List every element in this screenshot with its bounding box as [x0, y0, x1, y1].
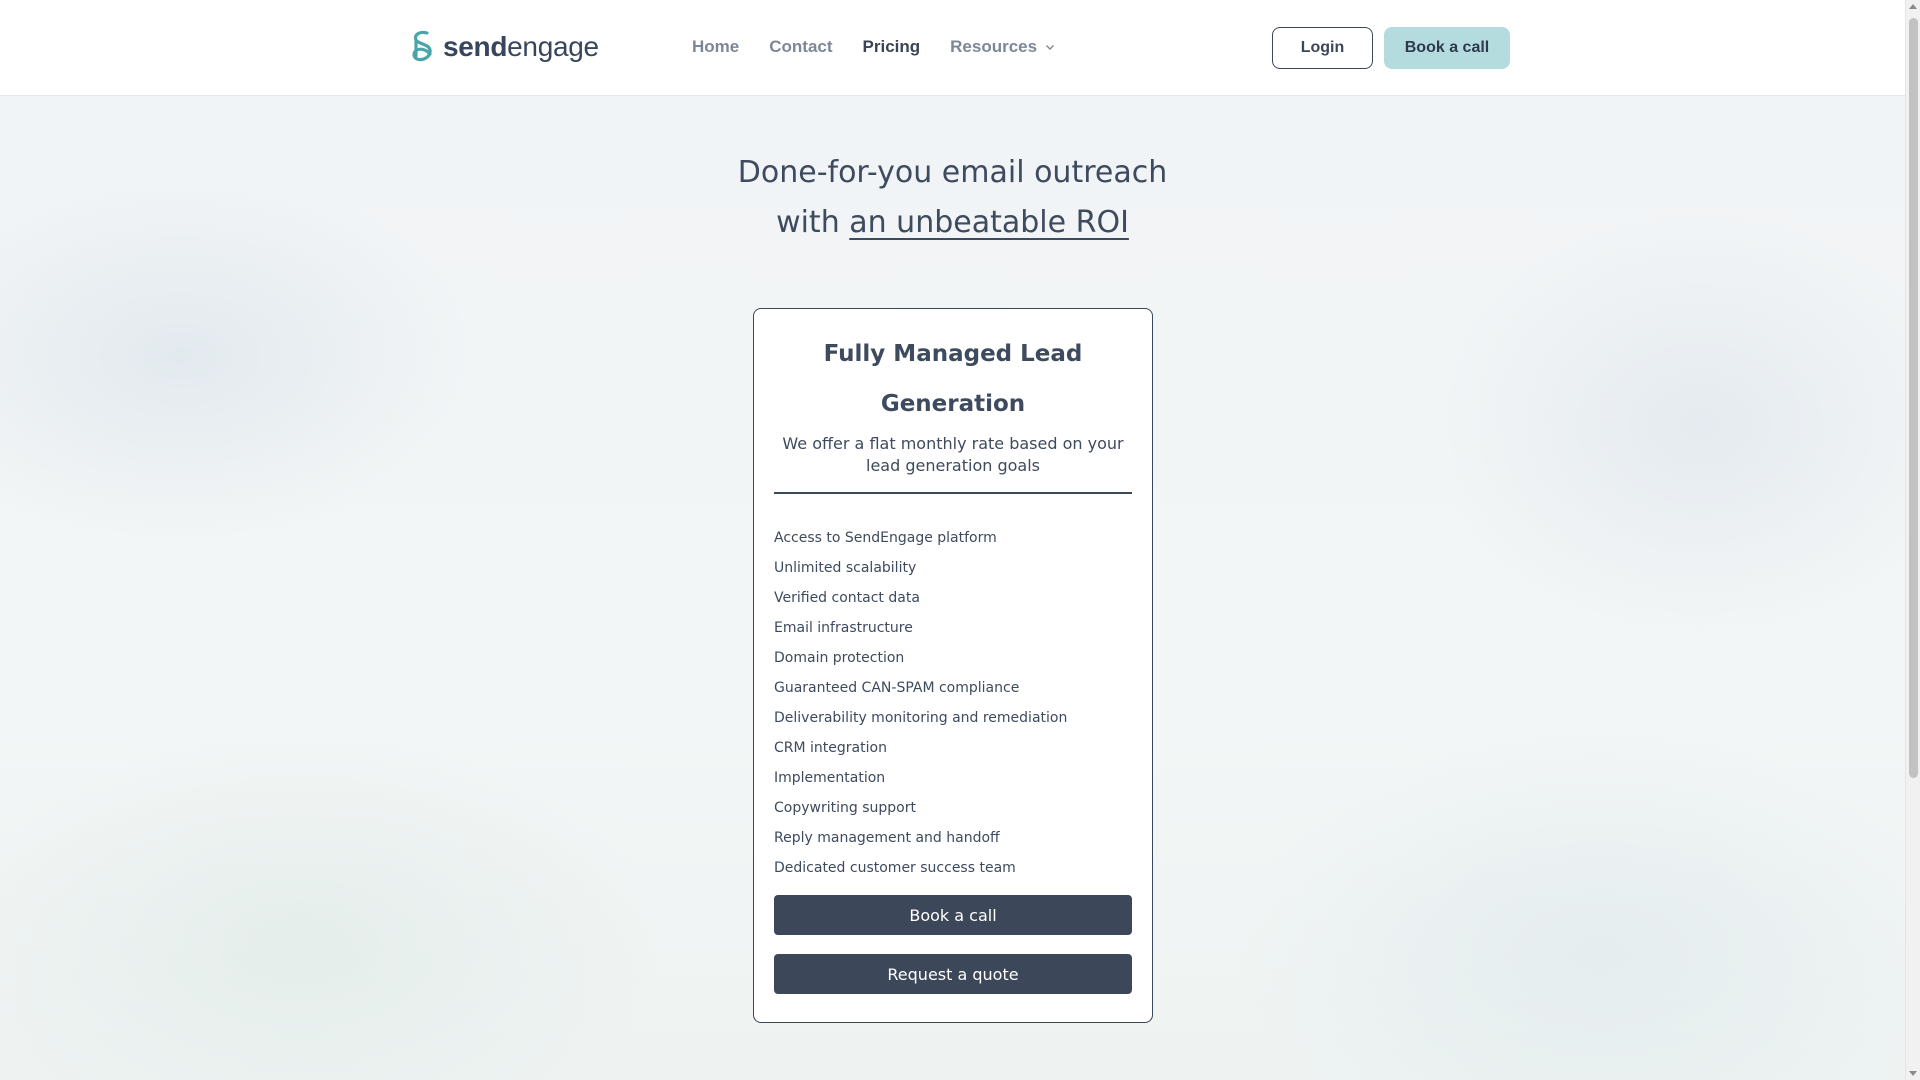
feature-item: Unlimited scalability [774, 560, 917, 576]
nav-resources[interactable]: Resources [950, 37, 1055, 57]
headline-roi-link[interactable]: an unbeatable ROI [849, 205, 1129, 240]
feature-item: Copywriting support [774, 800, 916, 816]
logo[interactable]: sendengage [411, 30, 599, 64]
feature-item: Verified contact data [774, 590, 920, 606]
nav-contact[interactable]: Contact [769, 37, 832, 57]
request-quote-button[interactable]: Request a quote [774, 954, 1132, 994]
scroll-down-arrow-icon[interactable] [1909, 1071, 1917, 1076]
headline-line-1: Done-for-you email outreach [737, 155, 1168, 190]
feature-item: Dedicated customer success team [774, 860, 1016, 876]
feature-item: Access to SendEngage platform [774, 530, 997, 546]
card-divider [774, 492, 1132, 494]
feature-item: Deliverability monitoring and remediatio… [774, 710, 1068, 726]
card-subtitle: We offer a flat monthly rate based on yo… [782, 434, 1124, 475]
logo-wordmark: sendengage [443, 31, 599, 62]
chevron-down-icon [1046, 45, 1055, 50]
feature-item: Email infrastructure [774, 620, 913, 636]
sendengage-logo-icon [412, 30, 432, 62]
nav-home[interactable]: Home [692, 37, 739, 57]
card-book-call-button[interactable]: Book a call [774, 895, 1132, 935]
feature-item: Domain protection [774, 650, 905, 666]
feature-item: Implementation [774, 770, 886, 786]
scroll-up-arrow-icon[interactable] [1909, 4, 1917, 9]
feature-item: Guaranteed CAN-SPAM compliance [774, 680, 1020, 696]
card-title: Fully Managed Lead Generation [823, 341, 1083, 417]
feature-item: Reply management and handoff [774, 830, 1000, 846]
headline-line-2: with an unbeatable ROI [776, 205, 1129, 240]
feature-list: Access to SendEngage platform Unlimited … [774, 523, 1132, 883]
page-headline: Done-for-you email outreach with an unbe… [0, 148, 1905, 248]
page-scrollbar[interactable] [1905, 0, 1920, 1080]
nav-pricing[interactable]: Pricing [863, 37, 921, 57]
scrollbar-thumb[interactable] [1909, 18, 1918, 778]
header-book-call-button[interactable]: Book a call [1384, 27, 1510, 69]
login-button[interactable]: Login [1272, 27, 1373, 69]
site-header: sendengage Home Contact Pricing Resource… [0, 0, 1905, 96]
main-nav: Home Contact Pricing Resources [692, 37, 1085, 57]
feature-item: CRM integration [774, 740, 887, 756]
pricing-card: Fully Managed Lead Generation We offer a… [753, 308, 1153, 1023]
